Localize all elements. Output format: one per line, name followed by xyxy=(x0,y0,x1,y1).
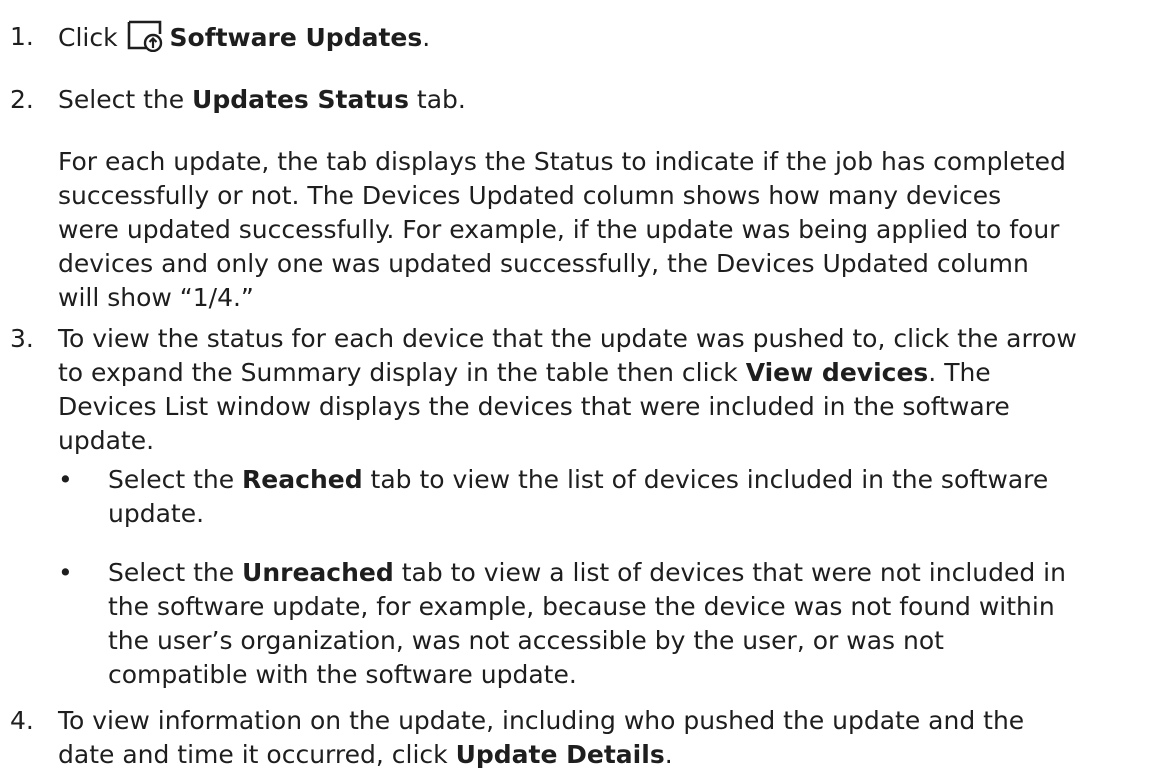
bullet-suffix: tab to view a list of devices that were … xyxy=(393,558,1066,587)
step-text-prefix: Click xyxy=(58,23,118,52)
step-text-prefix: to expand the Summary display in the tab… xyxy=(58,358,746,387)
step-line: To view the status for each device that … xyxy=(58,324,1077,353)
step-text-prefix: date and time it occurred, click xyxy=(58,740,456,769)
step-number: 2. xyxy=(10,85,34,114)
step-line: date and time it occurred, click Update … xyxy=(58,738,1153,772)
step-text: Select the Updates Status tab. xyxy=(58,83,1153,117)
update-details-label: Update Details xyxy=(455,740,665,769)
step-text-suffix: tab. xyxy=(408,85,466,114)
step-line: to expand the Summary display in the tab… xyxy=(58,356,1153,390)
bullet-prefix: Select the xyxy=(108,558,243,587)
bullet-prefix: Select the xyxy=(108,465,243,494)
step-text-suffix: . xyxy=(422,23,431,52)
view-devices-label: View devices xyxy=(745,358,929,387)
bullet-line: compatible with the software update. xyxy=(108,660,577,689)
step-text-prefix: Select the xyxy=(58,85,193,114)
bullet-line: the user’s organization, was not accessi… xyxy=(108,626,944,655)
step-number: 3. xyxy=(10,324,34,353)
bullet-line: the software update, for example, becaus… xyxy=(108,592,1055,621)
step-text-suffix: . The xyxy=(928,358,991,387)
document-page: 1. Click Software Updates. 2. Select the… xyxy=(0,0,1157,772)
note-paragraph: For each update, the tab displays the St… xyxy=(58,145,1153,315)
bullet-line: update. xyxy=(108,499,205,528)
bullet-dot: • xyxy=(58,558,73,587)
step-text: To view information on the update, inclu… xyxy=(58,704,1153,772)
step-number: 1. xyxy=(10,22,34,51)
note-line: will show “1/4.” xyxy=(58,283,254,312)
reached-label: Reached xyxy=(242,465,363,494)
updates-status-label: Updates Status xyxy=(192,85,409,114)
step-line: To view information on the update, inclu… xyxy=(58,706,1025,735)
software-update-icon xyxy=(127,20,162,52)
bullet-line: Select the Reached tab to view the list … xyxy=(108,463,1148,497)
step-text-suffix: . xyxy=(664,740,673,769)
note-line: devices and only one was updated success… xyxy=(58,249,1029,278)
bullet-line: Select the Unreached tab to view a list … xyxy=(108,556,1148,590)
unreached-label: Unreached xyxy=(242,558,394,587)
software-updates-label: Software Updates xyxy=(169,23,423,52)
bullet-text: Select the Unreached tab to view a list … xyxy=(108,556,1148,692)
bullet-dot: • xyxy=(58,465,73,494)
bullet-text: Select the Reached tab to view the list … xyxy=(108,463,1148,531)
step-line: update. xyxy=(58,426,155,455)
step-text: Click Software Updates. xyxy=(58,20,1153,55)
note-line: successfully or not. The Devices Updated… xyxy=(58,181,1002,210)
note-line: For each update, the tab displays the St… xyxy=(58,147,1066,176)
step-line: Devices List window displays the devices… xyxy=(58,392,1010,421)
note-line: were updated successfully. For example, … xyxy=(58,215,1060,244)
step-number: 4. xyxy=(10,706,34,735)
bullet-suffix: tab to view the list of devices included… xyxy=(362,465,1049,494)
step-text: To view the status for each device that … xyxy=(58,322,1153,458)
